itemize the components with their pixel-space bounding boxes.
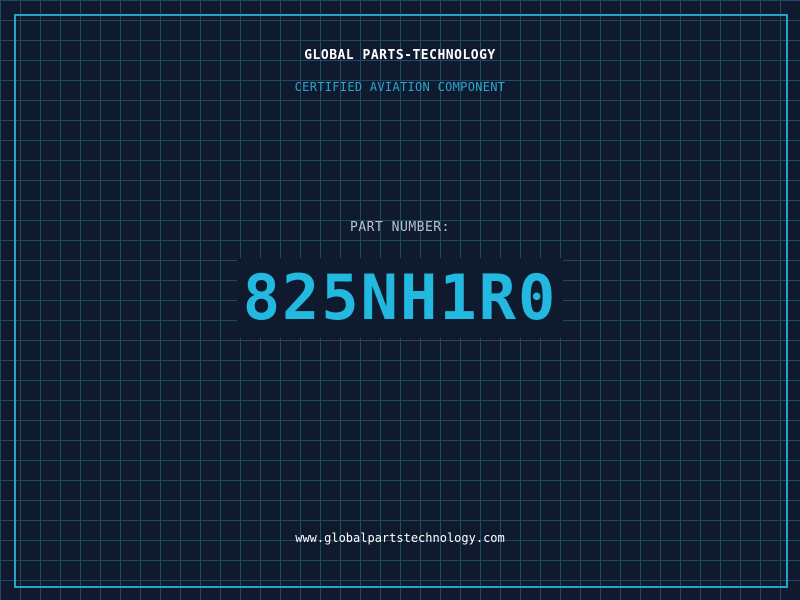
website-url: www.globalpartstechnology.com [295, 531, 505, 545]
part-number-value: 825NH1R0 [236, 258, 564, 338]
company-name: GLOBAL PARTS-TECHNOLOGY [304, 48, 496, 63]
part-number-label: PART NUMBER: [350, 220, 450, 235]
certification-tagline: CERTIFIED AVIATION COMPONENT [294, 80, 506, 94]
part-number-container: 825NH1R0 [0, 258, 800, 338]
label-card: GLOBAL PARTS-TECHNOLOGY CERTIFIED AVIATI… [0, 0, 800, 600]
